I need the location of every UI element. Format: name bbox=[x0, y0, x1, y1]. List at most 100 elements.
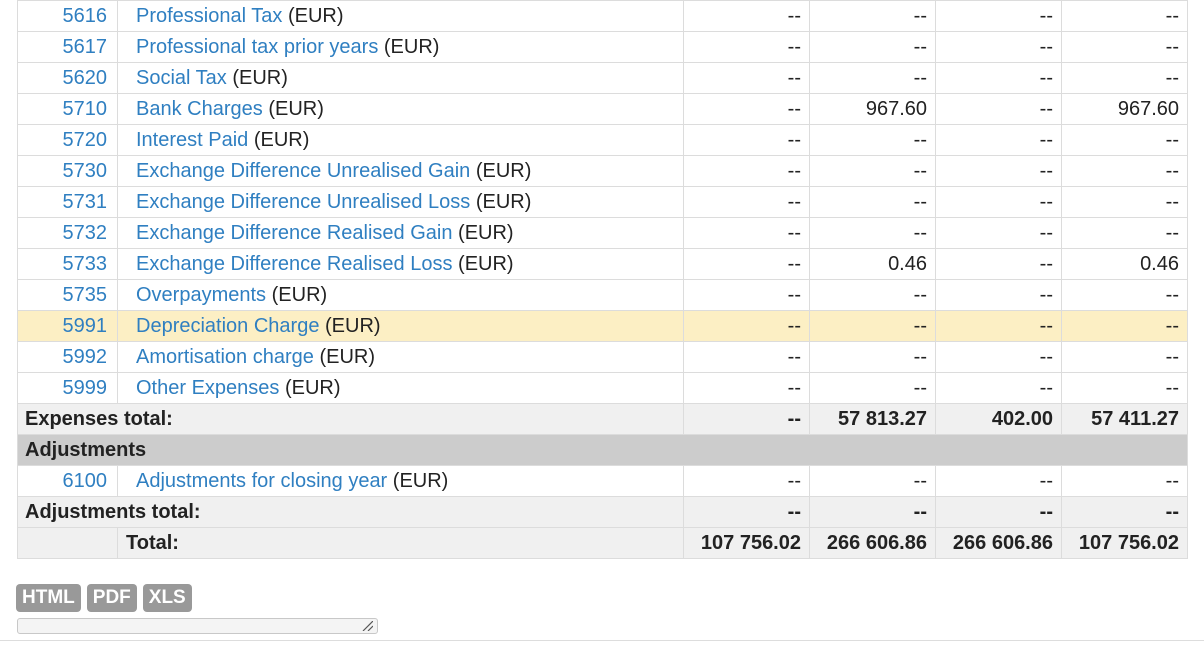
table-row: 5731 Exchange Difference Unrealised Loss… bbox=[17, 186, 1188, 218]
value-cell: -- bbox=[683, 0, 810, 32]
currency-label: (EUR) bbox=[325, 314, 381, 337]
grand-total-cell: 107 756.02 bbox=[1061, 527, 1188, 559]
value-cell: -- bbox=[935, 341, 1062, 373]
value-cell: 0.46 bbox=[1061, 248, 1188, 280]
account-name-link[interactable]: Social Tax bbox=[136, 67, 227, 89]
value-cell: -- bbox=[935, 155, 1062, 187]
account-code-link[interactable]: 5730 bbox=[63, 160, 108, 182]
value-cell: -- bbox=[683, 310, 810, 342]
account-name-link[interactable]: Interest Paid bbox=[136, 129, 248, 151]
value-cell: -- bbox=[809, 465, 936, 497]
value-cell: -- bbox=[1061, 341, 1188, 373]
value-cell: -- bbox=[809, 31, 936, 63]
account-code-link[interactable]: 5617 bbox=[63, 36, 108, 58]
account-name-link[interactable]: Amortisation charge bbox=[136, 346, 314, 368]
value-cell: -- bbox=[683, 465, 810, 497]
account-code[interactable]: 5730 bbox=[17, 155, 118, 187]
account-name-link[interactable]: Exchange Difference Realised Gain bbox=[136, 222, 452, 244]
export-pdf-button[interactable]: PDF bbox=[86, 584, 137, 612]
table-row: 5732 Exchange Difference Realised Gain (… bbox=[17, 217, 1188, 249]
account-name-link[interactable]: Exchange Difference Realised Loss bbox=[136, 253, 452, 275]
account-code[interactable]: 5999 bbox=[17, 372, 118, 404]
value-cell: 0.46 bbox=[809, 248, 936, 280]
account-code-link[interactable]: 5999 bbox=[63, 377, 108, 399]
value-cell: -- bbox=[1061, 0, 1188, 32]
account-name-link[interactable]: Other Expenses bbox=[136, 377, 279, 399]
value-cell: -- bbox=[809, 217, 936, 249]
account-code-link[interactable]: 5616 bbox=[63, 5, 108, 27]
value-cell: -- bbox=[1061, 279, 1188, 311]
resizable-panel-handle[interactable] bbox=[17, 618, 378, 634]
account-code-link[interactable]: 5720 bbox=[63, 129, 108, 151]
account-code-link[interactable]: 5732 bbox=[63, 222, 108, 244]
account-code[interactable]: 5616 bbox=[17, 0, 118, 32]
value-cell: -- bbox=[1061, 155, 1188, 187]
account-code[interactable]: 5732 bbox=[17, 217, 118, 249]
resize-grip-icon[interactable] bbox=[361, 621, 373, 631]
grand-total-label: Total: bbox=[117, 527, 684, 559]
account-name-link[interactable]: Overpayments bbox=[136, 284, 266, 306]
value-cell: -- bbox=[1061, 217, 1188, 249]
account-code-link[interactable]: 6100 bbox=[63, 470, 108, 492]
report-body: 5616 Professional Tax (EUR) -- -- -- -- … bbox=[17, 0, 1188, 559]
value-cell: -- bbox=[809, 310, 936, 342]
account-code[interactable]: 6100 bbox=[17, 465, 118, 497]
account-name: Exchange Difference Realised Loss (EUR) bbox=[117, 248, 684, 280]
account-name: Interest Paid (EUR) bbox=[117, 124, 684, 156]
account-code[interactable]: 5720 bbox=[17, 124, 118, 156]
export-xls-button[interactable]: XLS bbox=[142, 584, 192, 612]
value-cell: -- bbox=[935, 217, 1062, 249]
account-code-link[interactable]: 5992 bbox=[63, 346, 108, 368]
account-code[interactable]: 5620 bbox=[17, 62, 118, 94]
account-code[interactable]: 5617 bbox=[17, 31, 118, 63]
account-code[interactable]: 5731 bbox=[17, 186, 118, 218]
account-code[interactable]: 5992 bbox=[17, 341, 118, 373]
account-name: Other Expenses (EUR) bbox=[117, 372, 684, 404]
total-cell: -- bbox=[683, 403, 810, 435]
currency-label: (EUR) bbox=[232, 66, 288, 89]
currency-label: (EUR) bbox=[271, 283, 328, 306]
account-name-link[interactable]: Exchange Difference Unrealised Loss bbox=[136, 191, 470, 213]
table-row: 5999 Other Expenses (EUR) -- -- -- -- bbox=[17, 372, 1188, 404]
account-name-link[interactable]: Adjustments for closing year bbox=[136, 470, 387, 492]
account-code-link[interactable]: 5620 bbox=[63, 67, 108, 89]
value-cell: -- bbox=[809, 124, 936, 156]
value-cell: -- bbox=[683, 31, 810, 63]
account-code[interactable]: 5733 bbox=[17, 248, 118, 280]
account-code-link[interactable]: 5731 bbox=[63, 191, 108, 213]
expenses-total-label: Expenses total: bbox=[17, 403, 684, 435]
account-name: Overpayments (EUR) bbox=[117, 279, 684, 311]
currency-label: (EUR) bbox=[253, 128, 310, 151]
account-code[interactable]: 5710 bbox=[17, 93, 118, 125]
account-name-link[interactable]: Exchange Difference Unrealised Gain bbox=[136, 160, 470, 182]
account-name-link[interactable]: Bank Charges bbox=[136, 98, 263, 120]
table-row: 5710 Bank Charges (EUR) -- 967.60 -- 967… bbox=[17, 93, 1188, 125]
currency-label: (EUR) bbox=[383, 35, 440, 58]
account-name-link[interactable]: Professional tax prior years bbox=[136, 36, 378, 58]
value-cell: -- bbox=[1061, 372, 1188, 404]
account-code-link[interactable]: 5733 bbox=[63, 253, 108, 275]
account-name: Professional Tax (EUR) bbox=[117, 0, 684, 32]
account-name: Depreciation Charge (EUR) bbox=[117, 310, 684, 342]
account-code[interactable]: 5735 bbox=[17, 279, 118, 311]
grand-total-spacer bbox=[17, 527, 118, 559]
account-code-link[interactable]: 5735 bbox=[63, 284, 108, 306]
value-cell: -- bbox=[683, 279, 810, 311]
value-cell: -- bbox=[809, 341, 936, 373]
account-name-link[interactable]: Depreciation Charge bbox=[136, 315, 319, 337]
account-report-table: 5616 Professional Tax (EUR) -- -- -- -- … bbox=[17, 0, 1188, 559]
currency-label: (EUR) bbox=[284, 376, 341, 399]
value-cell: -- bbox=[683, 93, 810, 125]
currency-label: (EUR) bbox=[268, 97, 324, 120]
currency-label: (EUR) bbox=[475, 190, 532, 213]
table-row: 5720 Interest Paid (EUR) -- -- -- -- bbox=[17, 124, 1188, 156]
divider bbox=[0, 640, 1204, 641]
account-code-link[interactable]: 5710 bbox=[63, 98, 108, 120]
export-html-button[interactable]: HTML bbox=[16, 584, 81, 612]
value-cell: -- bbox=[809, 0, 936, 32]
value-cell: -- bbox=[935, 62, 1062, 94]
account-code-link[interactable]: 5991 bbox=[63, 315, 108, 337]
value-cell: -- bbox=[935, 279, 1062, 311]
account-name-link[interactable]: Professional Tax bbox=[136, 5, 282, 27]
account-code[interactable]: 5991 bbox=[17, 310, 118, 342]
